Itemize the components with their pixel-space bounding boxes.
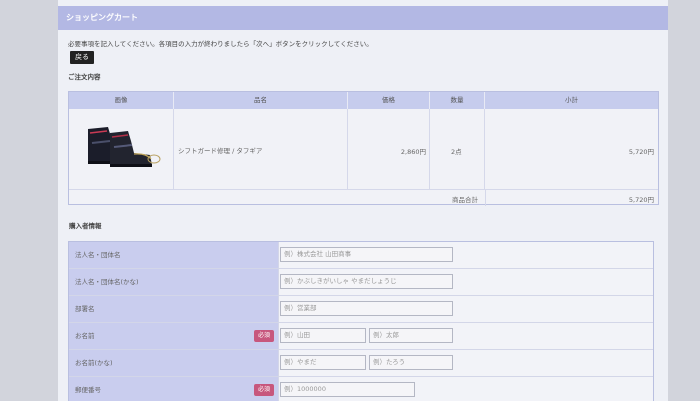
name-input-area: 例）山田 例）太郎 bbox=[278, 323, 653, 349]
company-kana-input-area: 例）かぶしきがいしゃ やまだしょうじ bbox=[278, 269, 653, 295]
order-table-header: 画像 品名 価格 数量 小計 bbox=[69, 92, 658, 109]
table-row: シフトガード修理 / タフギア 2,860円 2点 5,720円 bbox=[69, 109, 658, 189]
total-divider bbox=[485, 190, 486, 206]
product-subtotal: 5,720円 bbox=[628, 148, 654, 156]
buyer-row-company-kana: 法人名・団体名(かな) 例）かぶしきがいしゃ やまだしょうじ bbox=[69, 269, 653, 296]
department-input[interactable]: 例）営業部 bbox=[280, 301, 453, 316]
postal-input-area: 例）1000000 bbox=[278, 377, 653, 401]
buyer-row-name: お名前 必須 例）山田 例）太郎 bbox=[69, 323, 653, 350]
column-quantity: 数量 bbox=[430, 92, 485, 109]
name-kana-input-area: 例）やまだ 例）たろう bbox=[278, 350, 653, 376]
department-label: 部署名 bbox=[69, 296, 278, 322]
postal-label: 郵便番号 bbox=[69, 377, 278, 401]
name-label: お名前 bbox=[69, 323, 278, 349]
product-quantity-cell: 2点 bbox=[430, 109, 485, 189]
product-price-cell: 2,860円 bbox=[348, 109, 430, 189]
company-kana-input[interactable]: 例）かぶしきがいしゃ やまだしょうじ bbox=[280, 274, 453, 289]
cart-page: ショッピングカート 必要事項を記入してください。各項目の入力が終わりましたら「次… bbox=[58, 0, 668, 401]
first-name-kana-input[interactable]: 例）たろう bbox=[369, 355, 453, 370]
product-quantity: 2点 bbox=[451, 148, 462, 156]
buyer-row-postal: 郵便番号 必須 例）1000000 bbox=[69, 377, 653, 401]
order-table: 画像 品名 価格 数量 小計 シフトガード修理 / タフギア 2,860円 2点… bbox=[68, 91, 659, 206]
postal-code-input[interactable]: 例）1000000 bbox=[280, 382, 415, 397]
product-name-cell: シフトガード修理 / タフギア bbox=[174, 109, 348, 189]
column-price: 価格 bbox=[348, 92, 430, 109]
order-total-value: 5,720円 bbox=[628, 196, 654, 204]
order-section-title: ご注文内容 bbox=[68, 73, 101, 81]
buyer-row-company: 法人名・団体名 例）株式会社 山田商事 bbox=[69, 242, 653, 269]
buyer-row-department: 部署名 例）営業部 bbox=[69, 296, 653, 323]
order-total-row: 商品合計 5,720円 bbox=[69, 189, 658, 206]
company-input[interactable]: 例）株式会社 山田商事 bbox=[280, 247, 453, 262]
product-image-cell bbox=[69, 109, 174, 189]
company-input-area: 例）株式会社 山田商事 bbox=[278, 242, 653, 268]
last-name-kana-input[interactable]: 例）やまだ bbox=[280, 355, 366, 370]
product-name: シフトガード修理 / タフギア bbox=[178, 147, 263, 155]
page-title: ショッピングカート bbox=[58, 6, 668, 30]
company-kana-label: 法人名・団体名(かな) bbox=[69, 269, 278, 295]
buyer-form: 法人名・団体名 例）株式会社 山田商事 法人名・団体名(かな) 例）かぶしきがい… bbox=[68, 241, 654, 401]
company-label: 法人名・団体名 bbox=[69, 242, 278, 268]
first-name-input[interactable]: 例）太郎 bbox=[369, 328, 453, 343]
last-name-input[interactable]: 例）山田 bbox=[280, 328, 366, 343]
order-total-label: 商品合計 bbox=[452, 196, 478, 204]
back-button[interactable]: 戻る bbox=[70, 51, 94, 64]
name-kana-label: お名前(かな) bbox=[69, 350, 278, 376]
buyer-row-name-kana: お名前(かな) 例）やまだ 例）たろう bbox=[69, 350, 653, 377]
instruction-text: 必要事項を記入してください。各項目の入力が終わりましたら「次へ」ボタンをクリック… bbox=[68, 40, 373, 48]
required-badge: 必須 bbox=[254, 330, 274, 342]
boot-image bbox=[88, 127, 161, 167]
column-name: 品名 bbox=[174, 92, 348, 109]
department-input-area: 例）営業部 bbox=[278, 296, 653, 322]
column-subtotal: 小計 bbox=[565, 96, 578, 104]
product-subtotal-cell: 5,720円 bbox=[485, 109, 658, 189]
product-price: 2,860円 bbox=[400, 148, 426, 156]
buyer-section-title: 購入者情報 bbox=[69, 222, 102, 230]
column-image: 画像 bbox=[69, 92, 174, 109]
required-badge: 必須 bbox=[254, 384, 274, 396]
